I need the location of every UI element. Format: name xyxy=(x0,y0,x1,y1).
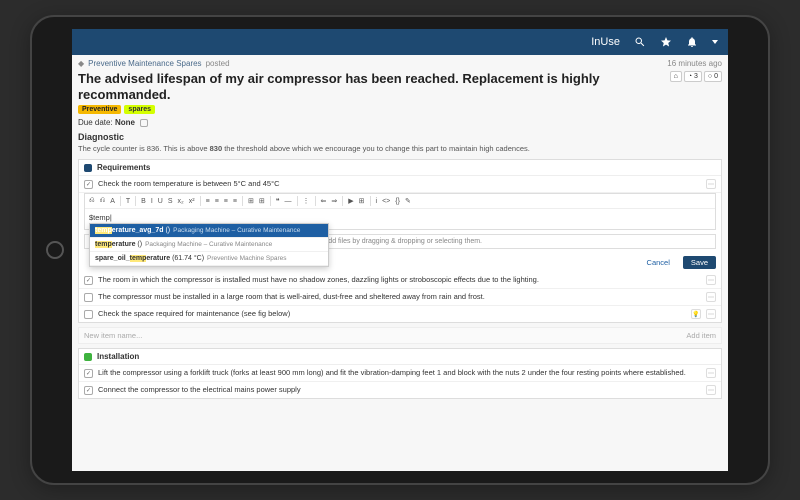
item-menu-icon[interactable]: ⋯ xyxy=(706,309,716,319)
toolbar-button[interactable]: ≡ xyxy=(206,198,210,205)
breadcrumb: ◆ Preventive Maintenance Spares posted 1… xyxy=(78,59,722,68)
toolbar-button[interactable]: I xyxy=(151,198,153,205)
new-item-input[interactable]: New item name... Add item xyxy=(78,327,722,344)
toolbar-button[interactable]: ✎ xyxy=(405,197,411,205)
crumb-icon: ◆ xyxy=(78,59,84,68)
toolbar-button[interactable]: i xyxy=(376,198,378,205)
toolbar-button[interactable]: ⇐ xyxy=(321,197,327,205)
autocomplete-dropdown: temperature_avg_7d ()Packaging Machine –… xyxy=(89,223,329,267)
toolbar-button[interactable]: <> xyxy=(382,198,390,205)
toolbar-button[interactable]: T xyxy=(126,198,130,205)
dropdown-caret-icon[interactable] xyxy=(712,40,718,44)
crumb-suffix: posted xyxy=(206,59,230,68)
lightbulb-icon[interactable]: 💡 xyxy=(691,309,701,319)
tablet-frame: InUse ◆ Preventive Maintenance Spares po… xyxy=(30,15,770,485)
checkbox[interactable] xyxy=(84,276,93,285)
list-item[interactable]: Check the space required for maintenance… xyxy=(79,306,721,322)
toolbar-button[interactable]: ⇒ xyxy=(331,197,337,205)
toolbar-button[interactable]: ⎌ xyxy=(100,197,106,205)
list-item[interactable]: The room in which the compressor is inst… xyxy=(79,272,721,289)
rich-text-editor: ⎌ ⎌ A T BIUSx₂ x² ≡ ≡ ≡ ≡ ⊞ ⊞ ❝ — ⋮ ⇐ ⇒ ▶ ⊞ i <> {} ✎ $temp| t… xyxy=(84,193,716,230)
tag-spares[interactable]: spares xyxy=(124,105,155,114)
diagnostic-body: The cycle counter is 836. This is above … xyxy=(78,144,722,153)
toolbar-button[interactable]: ≡ xyxy=(233,198,237,205)
screen: InUse ◆ Preventive Maintenance Spares po… xyxy=(72,29,728,471)
toolbar-button[interactable]: A xyxy=(110,198,115,205)
section-installation: Installation Lift the compressor using a… xyxy=(78,348,722,399)
item-menu-icon[interactable]: ⋯ xyxy=(706,292,716,302)
add-item-button[interactable]: Add item xyxy=(686,331,716,340)
checkbox[interactable] xyxy=(84,369,93,378)
toolbar-button[interactable]: — xyxy=(285,198,292,205)
diagnostic-heading: Diagnostic xyxy=(78,132,722,142)
timestamp: 16 minutes ago xyxy=(667,59,722,68)
toolbar-button[interactable]: ≡ xyxy=(224,198,228,205)
item-menu-icon[interactable]: ⋯ xyxy=(706,385,716,395)
checkbox[interactable] xyxy=(84,293,93,302)
star-icon[interactable] xyxy=(660,36,672,48)
toolbar-button[interactable]: ⊞ xyxy=(359,197,365,205)
dropdown-item[interactable]: spare_oil_temperature (61.74 °C)Preventi… xyxy=(90,252,328,266)
toolbar-button[interactable]: B xyxy=(141,198,146,205)
save-button[interactable]: Save xyxy=(683,256,716,269)
toolbar-button[interactable]: ⊞ xyxy=(248,197,254,205)
edit-icon[interactable] xyxy=(140,119,148,127)
home-button[interactable] xyxy=(46,241,64,259)
list-item[interactable]: The compressor must be installed in a la… xyxy=(79,289,721,306)
title-actions: ⌂ ◔ 3 ○ 0 xyxy=(670,71,722,82)
section-title: Installation xyxy=(97,352,139,361)
cancel-button[interactable]: Cancel xyxy=(639,256,678,269)
due-date: Due date: None xyxy=(78,118,722,127)
page-title: The advised lifespan of my air compresso… xyxy=(78,71,662,102)
new-item-placeholder: New item name... xyxy=(84,331,142,340)
section-requirements: Requirements Check the room temperature … xyxy=(78,159,722,323)
list-item[interactable]: Lift the compressor using a forklift tru… xyxy=(79,365,721,382)
action-pill-1[interactable]: ⌂ xyxy=(670,71,682,82)
bell-icon[interactable] xyxy=(686,36,698,48)
item-menu-icon[interactable]: ⋯ xyxy=(706,275,716,285)
action-pill-3[interactable]: ○ 0 xyxy=(704,71,722,82)
item-menu-icon[interactable]: ⋯ xyxy=(706,368,716,378)
toolbar-button[interactable]: ⊞ xyxy=(259,197,265,205)
dropdown-item[interactable]: temperature ()Packaging Machine – Curati… xyxy=(90,238,328,252)
item-menu-icon[interactable]: ⋯ xyxy=(706,179,716,189)
brand-label: InUse xyxy=(591,36,620,48)
section-title: Requirements xyxy=(97,163,150,172)
toolbar-button[interactable]: x₂ xyxy=(178,198,184,205)
section-dot-icon xyxy=(84,353,92,361)
toolbar-button[interactable]: ▶ xyxy=(348,197,353,205)
toolbar-button[interactable]: {} xyxy=(395,198,400,205)
dropdown-item[interactable]: temperature_avg_7d ()Packaging Machine –… xyxy=(90,224,328,238)
toolbar-button[interactable]: ❝ xyxy=(276,197,280,205)
editor-body[interactable]: $temp| temperature_avg_7d ()Packaging Ma… xyxy=(85,209,715,229)
content-area: ◆ Preventive Maintenance Spares posted 1… xyxy=(72,55,728,471)
search-icon[interactable] xyxy=(634,36,646,48)
editor-toolbar: ⎌ ⎌ A T BIUSx₂ x² ≡ ≡ ≡ ≡ ⊞ ⊞ ❝ — ⋮ ⇐ ⇒ ▶ ⊞ i <> {} ✎ xyxy=(85,194,715,209)
checkbox[interactable] xyxy=(84,386,93,395)
toolbar-button[interactable]: U xyxy=(158,198,163,205)
action-pill-2[interactable]: ◔ 3 xyxy=(684,71,702,82)
app-bar: InUse xyxy=(72,29,728,55)
toolbar-button[interactable]: ≡ xyxy=(215,198,219,205)
tag-preventive[interactable]: Preventive xyxy=(78,105,121,114)
toolbar-button[interactable]: S xyxy=(168,198,173,205)
crumb-category[interactable]: Preventive Maintenance Spares xyxy=(88,59,201,68)
list-item[interactable]: Connect the compressor to the electrical… xyxy=(79,382,721,398)
toolbar-button[interactable]: ⎌ xyxy=(89,197,95,205)
section-dot-icon xyxy=(84,164,92,172)
toolbar-button[interactable]: x² xyxy=(189,198,195,205)
checkbox[interactable] xyxy=(84,310,93,319)
checkbox[interactable] xyxy=(84,180,93,189)
list-item[interactable]: Check the room temperature is between 5°… xyxy=(79,176,721,193)
toolbar-button[interactable]: ⋮ xyxy=(303,197,310,205)
